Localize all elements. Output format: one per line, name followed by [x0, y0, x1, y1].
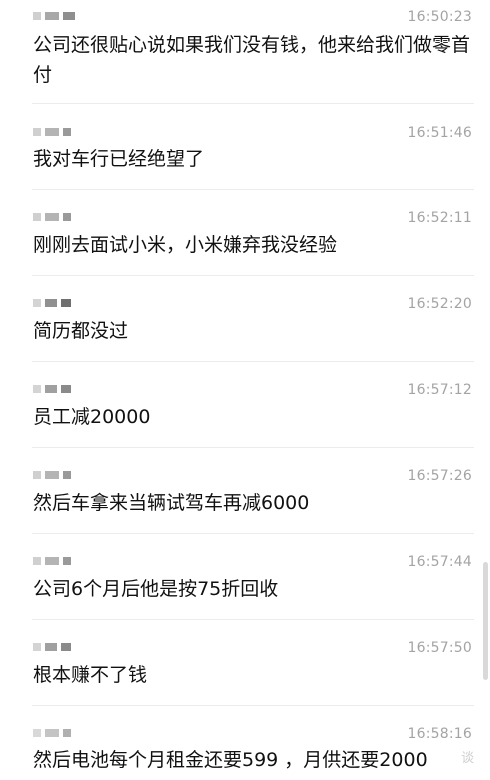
message-timestamp: 16:58:16: [407, 726, 472, 742]
message-timestamp: 16:52:20: [407, 296, 472, 312]
sender-name-pixelated-icon: [33, 553, 85, 567]
message-text: 根本赚不了钱: [33, 664, 148, 686]
message-text: 简历都没过: [33, 320, 129, 342]
message-divider: [32, 533, 474, 534]
message-text: 然后电池每个月租金还要599 ，月供还要2000: [33, 749, 428, 771]
message-timestamp: 16:52:11: [407, 210, 472, 226]
message-divider: [32, 189, 474, 190]
message-timestamp: 16:57:12: [407, 382, 472, 398]
sender-name-pixelated-icon: [33, 381, 85, 395]
message-text: 我对车行已经绝望了: [33, 148, 205, 170]
message-timestamp: 16:57:44: [407, 554, 472, 570]
sender-name-pixelated-icon: [33, 639, 85, 653]
chat-message[interactable]: 16:51:46 我对车行已经绝望了: [0, 124, 490, 190]
sender-name-pixelated-icon: [33, 124, 85, 138]
chat-message[interactable]: 16:50:23 公司还很贴心说如果我们没有钱，他来给我们做零首付: [0, 8, 490, 104]
message-timestamp: 16:51:46: [407, 125, 472, 141]
chat-message[interactable]: 16:52:11 刚刚去面试小米，小米嫌弃我没经验: [0, 209, 490, 276]
message-divider: [32, 361, 474, 362]
chat-message[interactable]: 16:57:44 公司6个月后他是按75折回收: [0, 553, 490, 620]
chat-message[interactable]: 16:52:20 简历都没过: [0, 295, 490, 362]
message-timestamp: 16:50:23: [407, 9, 472, 25]
message-divider: [32, 103, 474, 104]
sender-name-pixelated-icon: [33, 725, 85, 739]
message-divider: [32, 619, 474, 620]
message-timestamp: 16:57:26: [407, 468, 472, 484]
chat-message[interactable]: 16:57:26 然后车拿来当辆试驾车再减6000: [0, 467, 490, 534]
sender-name-pixelated-icon: [33, 295, 85, 309]
chat-message[interactable]: 16:57:50 根本赚不了钱: [0, 639, 490, 706]
chat-history-list[interactable]: 16:50:23 公司还很贴心说如果我们没有钱，他来给我们做零首付 16:51:…: [0, 0, 490, 780]
message-divider: [32, 705, 474, 706]
message-text: 刚刚去面试小米，小米嫌弃我没经验: [33, 234, 338, 256]
watermark-text: 谈: [460, 751, 474, 766]
message-divider: [32, 275, 474, 276]
chat-scrollbar[interactable]: [483, 562, 488, 680]
message-divider: [32, 447, 474, 448]
message-text: 公司6个月后他是按75折回收: [33, 578, 279, 600]
message-text: 员工减20000: [33, 406, 151, 428]
message-timestamp: 16:57:50: [407, 640, 472, 656]
chat-message[interactable]: 16:58:16 然后电池每个月租金还要599 ，月供还要2000: [0, 725, 490, 780]
chat-message[interactable]: 16:57:12 员工减20000: [0, 381, 490, 448]
sender-name-pixelated-icon: [33, 209, 85, 223]
sender-name-pixelated-icon: [33, 467, 85, 481]
sender-name-pixelated-icon: [33, 8, 85, 22]
message-text: 公司还很贴心说如果我们没有钱，他来给我们做零首付: [33, 34, 471, 86]
message-text: 然后车拿来当辆试驾车再减6000: [33, 492, 310, 514]
